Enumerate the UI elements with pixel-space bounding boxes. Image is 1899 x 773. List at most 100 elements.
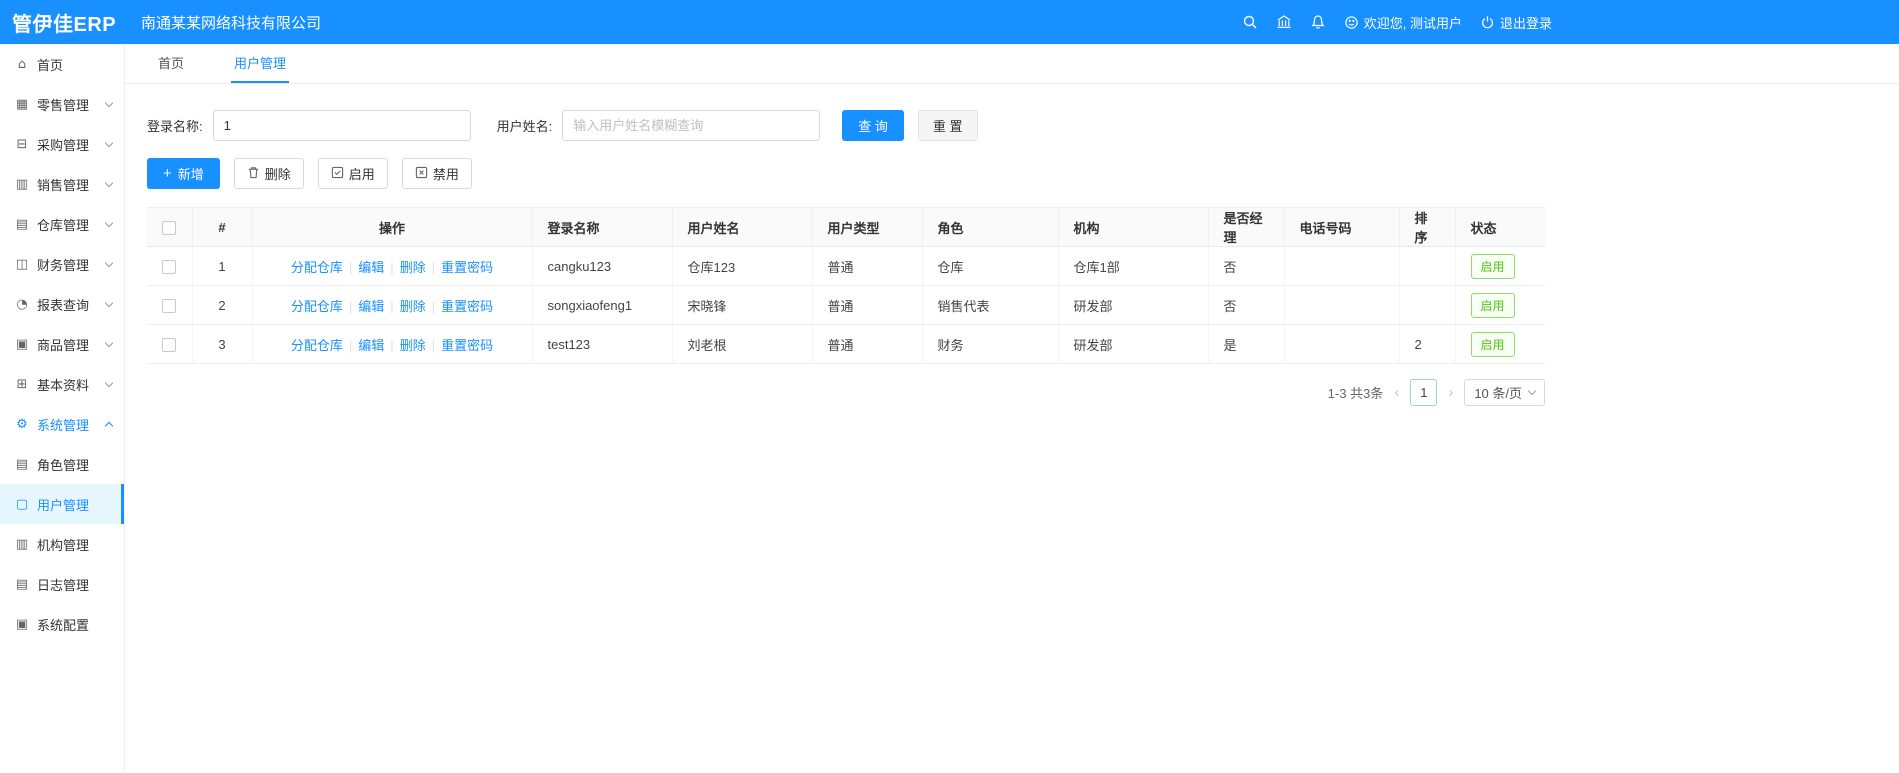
current-page[interactable]: 1 [1410,379,1438,406]
report-icon: ◔ [16,296,28,312]
edit-link[interactable]: 编辑 [358,299,384,314]
cell-role: 仓库 [922,246,1059,286]
delete-link[interactable]: 删除 [400,338,426,353]
sidebar-item-finance[interactable]: ◫ 财务管理 [0,244,124,284]
divider: | [390,298,394,314]
check-square-icon [331,166,344,182]
status-badge[interactable]: 启用 [1470,253,1515,279]
sidebar-item-report[interactable]: ◔ 报表查询 [0,284,124,324]
cell-sort [1399,285,1456,325]
main-area: 首页 用户管理 登录名称: 用户姓名: 查 询 重 置 + 新增 [125,44,1899,773]
disable-label: 禁用 [432,167,459,182]
cell-is-manager: 是 [1208,324,1285,364]
sidebar-item-label: 基本资料 [37,377,90,393]
table-row: 3 分配仓库 | 编辑 | 删除 | 重置密码 test123 刘老根 普通 财务 研发部 … [147,324,1545,364]
delete-link[interactable]: 删除 [400,260,426,275]
reset-button[interactable]: 重 置 [917,110,978,141]
sidebar-item-label: 首页 [37,57,64,73]
select-all-checkbox[interactable] [162,220,177,235]
status-badge[interactable]: 启用 [1470,331,1515,357]
product-icon: ▣ [15,336,29,352]
finance-icon: ◫ [15,256,29,272]
page-size-select[interactable]: 10 条/页 [1464,379,1545,406]
sidebar-item-system-config[interactable]: ▣ 系统配置 [0,604,124,644]
tab-user-management[interactable]: 用户管理 [231,44,290,83]
x-square-icon [415,166,428,182]
cell-is-manager: 否 [1208,246,1285,286]
edit-link[interactable]: 编辑 [358,260,384,275]
sidebar-item-label: 日志管理 [37,577,90,593]
cell-role: 销售代表 [922,285,1059,325]
sidebar-item-sales[interactable]: ▥ 销售管理 [0,164,124,204]
reset-password-link[interactable]: 重置密码 [441,260,493,275]
col-login-name: 登录名称 [532,207,673,247]
row-checkbox[interactable] [162,337,177,352]
sidebar-item-purchase[interactable]: ⊟ 采购管理 [0,124,124,164]
assign-warehouse-link[interactable]: 分配仓库 [291,338,343,353]
divider: | [431,337,436,353]
user-table: # 操作 登录名称 用户姓名 用户类型 角色 机构 是否经理 电话号码 排序 状… [147,207,1877,364]
cell-phone [1284,324,1400,364]
reset-password-link[interactable]: 重置密码 [441,338,493,353]
user-icon: ▢ [15,496,29,512]
log-icon: ▤ [15,576,29,592]
sidebar-item-warehouse[interactable]: ▤ 仓库管理 [0,204,124,244]
search-icon[interactable] [1242,14,1258,30]
status-badge[interactable]: 启用 [1470,292,1515,318]
prev-page-icon[interactable]: ‹ [1392,384,1401,401]
cell-org: 研发部 [1058,285,1209,325]
home-bank-icon[interactable] [1276,14,1292,30]
col-is-manager: 是否经理 [1208,207,1285,247]
row-index: 2 [192,285,253,325]
divider: | [348,337,353,353]
sidebar-item-log-mgmt[interactable]: ▤ 日志管理 [0,564,124,604]
divider: | [348,259,353,275]
cell-is-manager: 否 [1208,285,1285,325]
col-phone: 电话号码 [1284,207,1400,247]
sidebar-item-basic-data[interactable]: ⊞ 基本资料 [0,364,124,404]
cell-phone [1284,246,1400,286]
sidebar-item-role-mgmt[interactable]: ▤ 角色管理 [0,444,124,484]
sidebar-item-product[interactable]: ▣ 商品管理 [0,324,124,364]
cell-user-name: 刘老根 [672,324,813,364]
cell-user-type: 普通 [812,246,923,286]
logout-button[interactable]: 退出登录 [1480,13,1552,32]
login-name-input[interactable] [212,110,471,141]
page-content: 登录名称: 用户姓名: 查 询 重 置 + 新增 删除 [125,84,1899,406]
assign-warehouse-link[interactable]: 分配仓库 [291,299,343,314]
assign-warehouse-link[interactable]: 分配仓库 [291,260,343,275]
toolbar: + 新增 删除 启用 禁用 [147,158,1877,189]
add-button[interactable]: + 新增 [147,158,220,189]
cell-sort [1399,246,1456,286]
query-button[interactable]: 查 询 [842,110,904,141]
sidebar-item-user-mgmt[interactable]: ▢ 用户管理 [0,484,124,524]
delete-link[interactable]: 删除 [400,299,426,314]
sidebar-item-retail[interactable]: ▦ 零售管理 [0,84,124,124]
sidebar-item-home[interactable]: ⌂ 首页 [0,44,124,84]
cell-status: 启用 [1455,246,1545,286]
sales-icon: ▥ [15,176,29,192]
chevron-down-icon [104,258,114,267]
home-icon: ⌂ [17,56,27,72]
row-checkbox[interactable] [162,259,177,274]
reset-password-link[interactable]: 重置密码 [441,299,493,314]
sidebar-item-system[interactable]: ⚙ 系统管理 [0,404,124,444]
edit-link[interactable]: 编辑 [358,338,384,353]
cell-user-type: 普通 [812,285,923,325]
cell-phone [1284,285,1400,325]
tab-home[interactable]: 首页 [155,44,187,83]
user-menu[interactable]: 欢迎您, 测试用户 [1344,13,1462,32]
next-page-icon[interactable]: › [1446,384,1455,401]
row-checkbox[interactable] [162,298,177,313]
chevron-down-icon [104,298,114,307]
chevron-down-icon [1527,386,1537,396]
sidebar-item-org-mgmt[interactable]: ▥ 机构管理 [0,524,124,564]
delete-button[interactable]: 删除 [233,158,304,189]
disable-button[interactable]: 禁用 [401,158,472,189]
basic-data-icon: ⊞ [16,376,28,392]
bell-icon[interactable] [1310,14,1326,30]
enable-button[interactable]: 启用 [317,158,388,189]
user-name-input[interactable] [562,110,821,141]
app-logo: 管伊佳ERP [12,13,117,36]
pagination-total: 1-3 共3条 [1327,386,1384,401]
